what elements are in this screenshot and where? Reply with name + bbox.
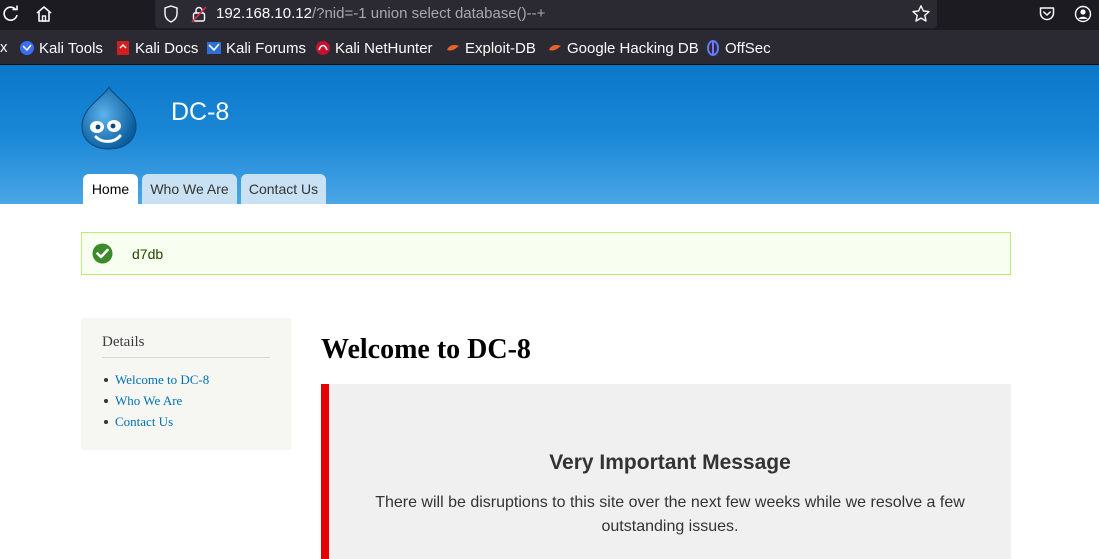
bookmark-label: Kali Tools — [39, 39, 103, 57]
bookmark-kali-forums[interactable]: Kali Forums — [206, 39, 306, 57]
truncated-bookmark[interactable]: x — [0, 39, 8, 56]
status-text: d7db — [132, 246, 164, 262]
url-bar[interactable]: 192.168.10.12/?nid=-1 union select datab… — [155, 0, 937, 28]
tab-contact-us[interactable]: Contact Us — [241, 174, 326, 204]
drupal-logo-icon[interactable] — [80, 85, 138, 151]
bookmark-offsec[interactable]: OffSec — [705, 39, 771, 57]
tracking-protection-shield-icon[interactable] — [163, 5, 179, 23]
bookmark-label: Kali Forums — [226, 39, 307, 57]
bookmark-google-hacking-db[interactable]: Google Hacking DB — [547, 39, 699, 57]
google-hacking-db-icon — [549, 45, 561, 51]
sidebar-details: Details Welcome to DC-8 Who We Are Conta… — [81, 318, 291, 450]
offsec-icon — [707, 40, 719, 56]
sidebar-link-contact-us[interactable]: Contact Us — [115, 414, 173, 429]
url-path: /?nid=-1 union select database()--+ — [311, 5, 546, 22]
exploit-db-icon — [447, 45, 459, 51]
important-message-box: Very Important Message There will be dis… — [321, 384, 1011, 559]
account-icon[interactable] — [1074, 5, 1092, 23]
reload-icon[interactable] — [2, 5, 20, 23]
bookmark-label: Exploit-DB — [465, 39, 536, 57]
kali-nethunter-icon — [316, 41, 330, 55]
sidebar-title: Details — [102, 334, 270, 358]
site-name[interactable]: DC-8 — [171, 98, 229, 127]
bookmarks-toolbar: x Kali Tools Kali Docs Kali Forums Kali … — [0, 30, 1099, 65]
success-check-icon — [92, 243, 113, 264]
bookmark-exploit-db[interactable]: Exploit-DB — [445, 39, 536, 57]
site-header: DC-8 Home Who We Are Contact Us — [0, 65, 1099, 204]
home-icon[interactable] — [35, 5, 53, 23]
pocket-icon[interactable] — [1038, 5, 1056, 23]
bookmark-label: Kali NetHunter — [335, 39, 433, 57]
message-body: There will be disruptions to this site o… — [375, 494, 965, 535]
sidebar-link-list: Welcome to DC-8 Who We Are Contact Us — [102, 372, 209, 435]
bookmark-label: Kali Docs — [135, 39, 199, 57]
sidebar-link-who-we-are[interactable]: Who We Are — [115, 393, 182, 408]
list-item: Who We Are — [102, 393, 209, 414]
kali-forums-icon — [207, 42, 221, 54]
url-text[interactable]: 192.168.10.12/?nid=-1 union select datab… — [216, 5, 545, 22]
bookmark-kali-docs[interactable]: Kali Docs — [115, 39, 198, 57]
bookmark-star-icon[interactable] — [911, 4, 931, 24]
list-item: Contact Us — [102, 414, 209, 435]
browser-toolbar: 192.168.10.12/?nid=-1 union select datab… — [0, 0, 1099, 30]
kali-docs-icon — [117, 41, 129, 55]
insecure-lock-icon[interactable] — [191, 5, 207, 23]
message-heading: Very Important Message — [549, 451, 791, 474]
bookmark-label: OffSec — [725, 39, 771, 57]
bookmark-kali-nethunter[interactable]: Kali NetHunter — [315, 39, 433, 57]
tab-home[interactable]: Home — [83, 174, 138, 204]
kali-tools-icon — [20, 41, 34, 55]
bookmark-kali-tools[interactable]: Kali Tools — [19, 39, 103, 57]
url-host: 192.168.10.12 — [216, 5, 312, 22]
bookmark-label: Google Hacking DB — [567, 39, 699, 57]
page-title: Welcome to DC-8 — [321, 334, 531, 365]
tab-who-we-are[interactable]: Who We Are — [142, 174, 237, 204]
sidebar-link-welcome[interactable]: Welcome to DC-8 — [115, 372, 209, 387]
status-message: d7db — [81, 232, 1011, 275]
list-item: Welcome to DC-8 — [102, 372, 209, 393]
